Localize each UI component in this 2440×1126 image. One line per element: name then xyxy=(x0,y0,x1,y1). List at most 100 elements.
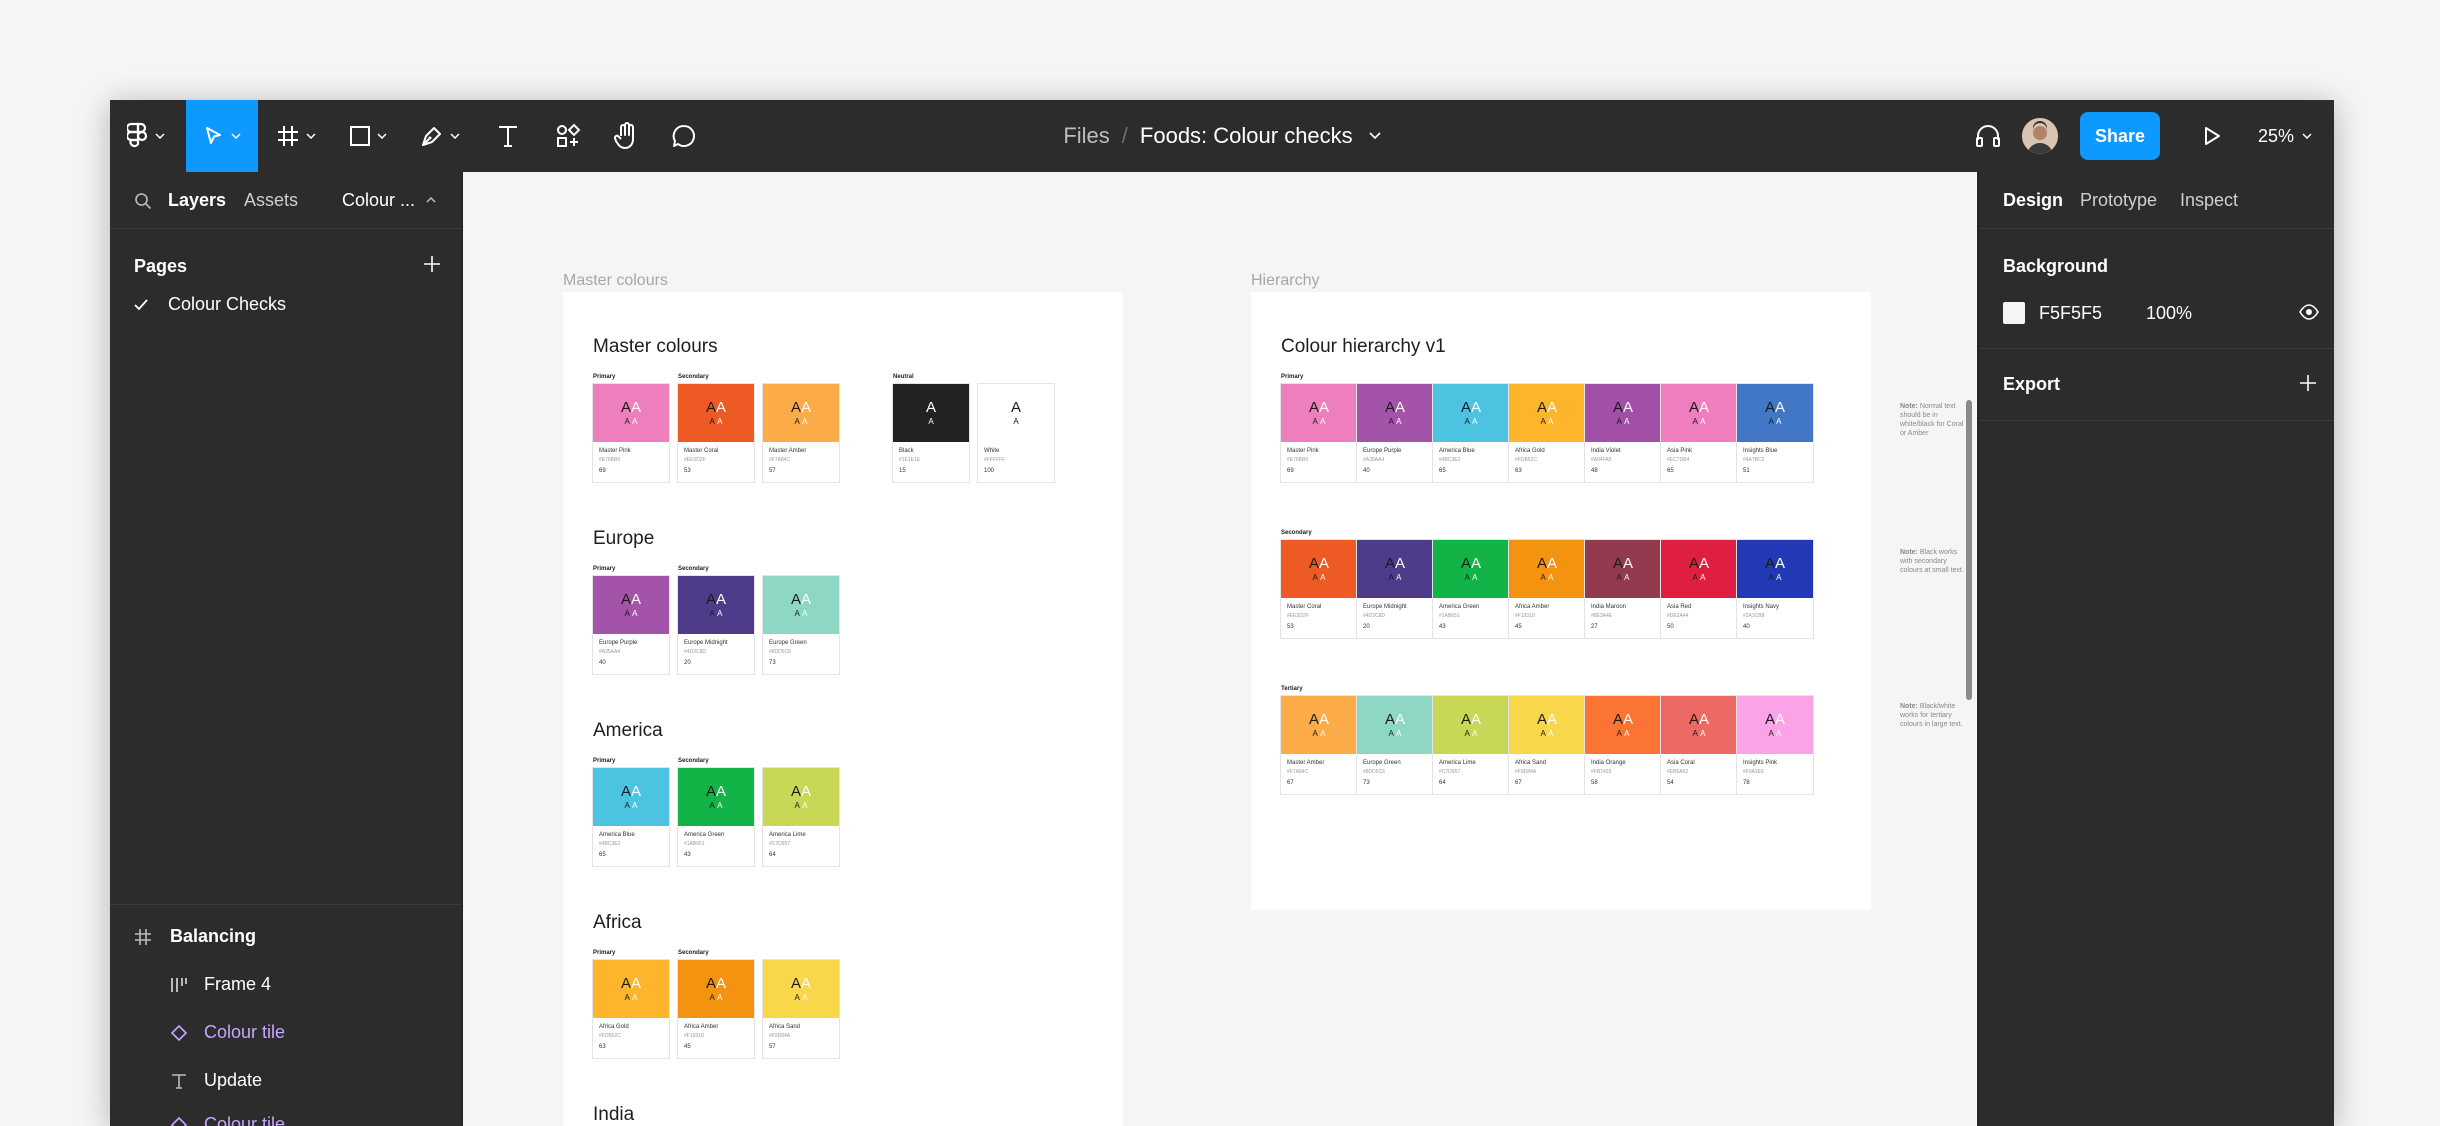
glyph-dark: A xyxy=(1388,729,1394,738)
colour-tile[interactable]: AA A A Master Amber #F7A84C 67 xyxy=(1281,696,1357,794)
glyph-dark: A xyxy=(790,975,801,992)
tab-layers[interactable]: Layers xyxy=(168,190,226,211)
colour-tile[interactable]: AA A A Master Coral #EE5D2F 53 xyxy=(678,384,754,482)
text-tool-button[interactable] xyxy=(480,100,536,172)
hand-tool-button[interactable] xyxy=(598,100,654,172)
contrast-sample-small: A A xyxy=(1313,417,1326,426)
page-selector[interactable]: Colour ... xyxy=(342,190,415,211)
glyph-dark: A xyxy=(709,417,715,426)
colour-tile[interactable]: A A Black #1E1E1E 15 xyxy=(893,384,969,482)
colour-tile[interactable]: AA A A Europe Green #8DD5C6 73 xyxy=(1357,696,1433,794)
glyph-light: A xyxy=(1776,573,1782,582)
layer-balancing[interactable]: Balancing xyxy=(134,926,256,947)
background-color-swatch[interactable] xyxy=(2003,302,2025,324)
page-item-colour-checks[interactable]: Colour Checks xyxy=(134,294,286,315)
colour-tile[interactable]: AA A A America Lime #C7D957 64 xyxy=(1433,696,1509,794)
share-button[interactable]: Share xyxy=(2080,112,2160,160)
colour-tile[interactable]: AA A A Europe Green #8DD5C6 73 xyxy=(763,576,839,674)
tab-prototype[interactable]: Prototype xyxy=(2080,190,2157,211)
checkmark-icon xyxy=(134,298,148,310)
comment-tool-button[interactable] xyxy=(656,100,712,172)
contrast-sample-small: A A xyxy=(1617,417,1630,426)
layer-update[interactable]: Update xyxy=(170,1070,262,1091)
colour-tile[interactable]: AA A A Europe Purple #A35AA4 40 xyxy=(593,576,669,674)
layer-colour-tile[interactable]: Colour tile xyxy=(170,1022,285,1043)
colour-tile[interactable]: AA A A Africa Sand #F9D84A 67 xyxy=(1509,696,1585,794)
eye-visibility-icon[interactable] xyxy=(2299,304,2319,320)
add-page-plus-icon[interactable] xyxy=(418,250,446,278)
colour-tile[interactable]: AA A A Africa Gold #FDB52C 63 xyxy=(593,960,669,1058)
colour-tile[interactable]: A A White #FFFFFF 100 xyxy=(978,384,1054,482)
contrast-sample-small: A A xyxy=(1693,417,1706,426)
shape-tool-button[interactable] xyxy=(336,100,400,172)
chevron-up-icon[interactable] xyxy=(426,197,436,203)
frame-label-hierarchy[interactable]: Hierarchy xyxy=(1251,272,1319,290)
colour-tile[interactable]: AA A A Master Pink #E76BB0 69 xyxy=(1281,384,1357,482)
colour-tile[interactable]: AA A A Africa Amber #F19318 45 xyxy=(678,960,754,1058)
colour-tile[interactable]: AA A A Insights Blue #4A7BC2 51 xyxy=(1737,384,1813,482)
glyph-light: A xyxy=(1699,399,1710,416)
search-icon[interactable] xyxy=(134,192,152,210)
note-normal-text[interactable]: Note: Normal text should be in white/bla… xyxy=(1900,402,1970,438)
chevron-down-icon[interactable] xyxy=(1369,132,1381,140)
file-name[interactable]: Foods: Colour checks xyxy=(1140,123,1353,149)
glyph-dark: A xyxy=(1616,729,1622,738)
tile-hex: #E76BB0 xyxy=(1287,457,1309,463)
colour-tile[interactable]: AA A A Asia Red #DE2A44 50 xyxy=(1661,540,1737,638)
frame-master-colours[interactable]: Master colours Primary Secondary Neutral… xyxy=(563,292,1123,1126)
colour-tile[interactable]: AA A A America Green #1AB651 43 xyxy=(1433,540,1509,638)
tab-inspect[interactable]: Inspect xyxy=(2180,190,2238,211)
colour-tile[interactable]: AA A A Insights Navy #2A3CB8 40 xyxy=(1737,540,1813,638)
contrast-sample-small: A A xyxy=(1389,729,1402,738)
breadcrumb-files-link[interactable]: Files xyxy=(1063,123,1109,149)
background-hex-input[interactable]: F5F5F5 xyxy=(2039,303,2102,324)
tile-score: 40 xyxy=(1743,624,1750,630)
tab-assets[interactable]: Assets xyxy=(244,190,298,211)
move-tool-button[interactable] xyxy=(186,100,258,172)
colour-tile[interactable]: AA A A Master Amber #F7A84C 57 xyxy=(763,384,839,482)
pen-tool-button[interactable] xyxy=(408,100,472,172)
audio-call-button[interactable] xyxy=(1966,100,2010,172)
colour-tile[interactable]: AA A A America Lime #C7D957 64 xyxy=(763,768,839,866)
colour-tile[interactable]: AA A A Europe Midnight #4D3C8D 20 xyxy=(678,576,754,674)
secondary-label: Secondary xyxy=(678,758,709,764)
colour-tile[interactable]: AA A A Master Pink #E76BB0 69 xyxy=(593,384,669,482)
note-black-works[interactable]: Note: Black works with secondary colours… xyxy=(1900,548,1970,575)
frame-hierarchy[interactable]: Colour hierarchy v1 Primary AA A A Master … xyxy=(1251,292,1871,910)
colour-tile[interactable]: AA A A Insights Pink #F9A2E6 78 xyxy=(1737,696,1813,794)
colour-tile[interactable]: AA A A Asia Pink #EC7DB4 65 xyxy=(1661,384,1737,482)
note-black-white[interactable]: Note: Black/white works for tertiary col… xyxy=(1900,702,1970,729)
zoom-menu[interactable]: 25% xyxy=(2258,100,2312,172)
frame-label-master[interactable]: Master colours xyxy=(563,272,668,290)
colour-tile[interactable]: AA A A Africa Amber #F19318 45 xyxy=(1509,540,1585,638)
colour-tile[interactable]: AA A A America Blue #4BC3E2 65 xyxy=(593,768,669,866)
colour-tile[interactable]: AA A A Africa Gold #FDB52C 63 xyxy=(1509,384,1585,482)
glyph-dark: A xyxy=(1768,729,1774,738)
tile-hex: #F7A84C xyxy=(769,457,791,463)
colour-tile[interactable]: AA A A India Orange #FB7433 58 xyxy=(1585,696,1661,794)
contrast-sample-small: A A xyxy=(1313,573,1326,582)
resources-tool-button[interactable] xyxy=(540,100,596,172)
user-avatar[interactable] xyxy=(2022,118,2058,154)
colour-tile[interactable]: AA A A Europe Purple #A35AA4 40 xyxy=(1357,384,1433,482)
colour-tile[interactable]: AA A A India Maroon #8E3A4E 27 xyxy=(1585,540,1661,638)
colour-tile[interactable]: AA A A America Blue #4BC3E2 65 xyxy=(1433,384,1509,482)
colour-tile[interactable]: AA A A Master Coral #EE5D2F 53 xyxy=(1281,540,1357,638)
design-canvas[interactable]: Master colours Master colours Primary Se… xyxy=(463,172,1977,1126)
layer-frame-4[interactable]: Frame 4 xyxy=(170,974,271,995)
tile-name: India Violet xyxy=(1591,448,1621,454)
tile-hex: #4BC3E2 xyxy=(1439,457,1461,463)
colour-tile[interactable]: AA A A India Violet #A04FA5 48 xyxy=(1585,384,1661,482)
colour-tile[interactable]: AA A A Africa Sand #F9D84A 57 xyxy=(763,960,839,1058)
colour-tile[interactable]: AA A A America Green #1AB651 43 xyxy=(678,768,754,866)
tab-design[interactable]: Design xyxy=(2003,190,2063,211)
background-opacity-input[interactable]: 100% xyxy=(2146,303,2192,324)
colour-tile[interactable]: AA A A Asia Coral #EB6A62 54 xyxy=(1661,696,1737,794)
present-button[interactable] xyxy=(2186,100,2238,172)
colour-tile[interactable]: AA A A Europe Midnight #4D3C8D 20 xyxy=(1357,540,1433,638)
add-export-plus-icon[interactable] xyxy=(2297,372,2319,394)
canvas-scrollbar[interactable] xyxy=(1966,400,1972,700)
main-menu-button[interactable] xyxy=(110,100,182,172)
frame-tool-button[interactable] xyxy=(264,100,328,172)
layer-colour-tile[interactable]: Colour tile xyxy=(170,1114,285,1126)
